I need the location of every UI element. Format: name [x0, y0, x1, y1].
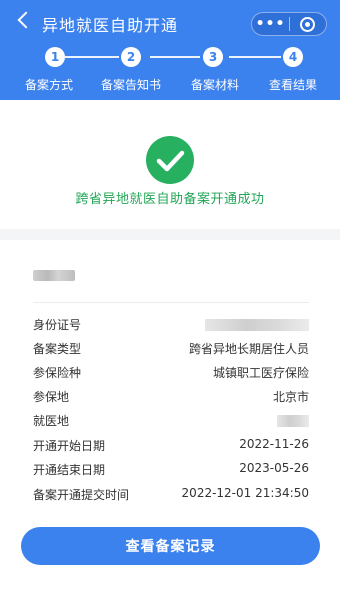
more-dots-icon[interactable]: ••• — [252, 13, 289, 35]
detail-row-insurance: 参保险种 城镇职工医疗保险 — [33, 364, 309, 384]
nav-header: 异地就医自助开通 ••• 1 2 3 4 备案方式 备案告知书 备案材料 查看结… — [0, 0, 340, 100]
detail-row-id-number: 身份证号 — [33, 316, 309, 336]
detail-row-medical-place: 就医地 — [33, 412, 309, 432]
detail-key: 参保地 — [33, 390, 70, 404]
page-title: 异地就医自助开通 — [42, 16, 179, 35]
detail-row-end-date: 开通结束日期 2023-05-26 — [33, 461, 309, 481]
step-connector — [150, 56, 200, 58]
detail-key: 开通开始日期 — [33, 439, 106, 453]
step-2-circle: 2 — [121, 47, 141, 67]
detail-value: 城镇职工医疗保险 — [212, 366, 309, 380]
detail-row-insured-place: 参保地 北京市 — [33, 388, 309, 408]
detail-key: 备案类型 — [33, 342, 82, 356]
step-1-circle: 1 — [45, 47, 65, 67]
detail-value: 北京市 — [272, 390, 309, 404]
mini-program-capsule: ••• — [251, 12, 327, 36]
target-close-icon[interactable] — [290, 13, 326, 35]
check-icon — [146, 136, 194, 184]
masked-medical-place — [277, 415, 309, 427]
section-divider — [0, 229, 340, 240]
step-connector — [65, 56, 119, 58]
detail-value: 2023-05-26 — [239, 461, 309, 475]
step-3-label: 备案材料 — [190, 78, 239, 92]
detail-key: 身份证号 — [33, 318, 82, 332]
back-arrow-icon[interactable] — [17, 11, 35, 29]
detail-key: 参保险种 — [33, 366, 82, 380]
step-1-label: 备案方式 — [24, 78, 73, 92]
detail-key: 开通结束日期 — [33, 463, 106, 477]
detail-key: 就医地 — [33, 414, 70, 428]
step-4-circle: 4 — [283, 47, 303, 67]
card-divider — [33, 302, 309, 303]
detail-value: 跨省异地长期居住人员 — [188, 342, 309, 356]
detail-row-submit-time: 备案开通提交时间 2022-12-01 21:34:50 — [33, 486, 309, 506]
detail-value: 2022-11-26 — [239, 437, 309, 451]
view-records-button[interactable]: 查看备案记录 — [21, 527, 320, 565]
masked-name — [33, 270, 75, 281]
detail-row-start-date: 开通开始日期 2022-11-26 — [33, 437, 309, 457]
step-2-label: 备案告知书 — [100, 78, 161, 92]
detail-value: 2022-12-01 21:34:50 — [181, 486, 309, 500]
detail-row-type: 备案类型 跨省异地长期居住人员 — [33, 340, 309, 360]
step-4-label: 查看结果 — [268, 78, 317, 92]
success-message: 跨省异地就医自助备案开通成功 — [75, 192, 265, 207]
step-3-circle: 3 — [203, 47, 223, 67]
masked-id-value — [205, 319, 309, 331]
step-connector — [229, 56, 281, 58]
detail-key: 备案开通提交时间 — [33, 488, 130, 502]
